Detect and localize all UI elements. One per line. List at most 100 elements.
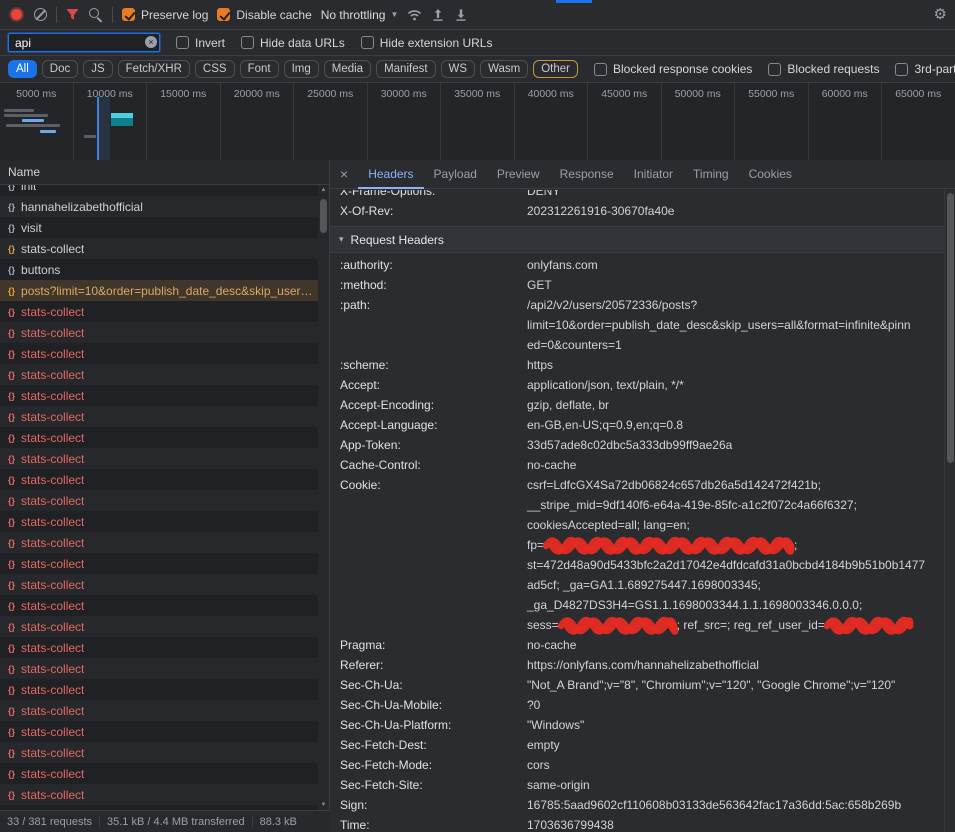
request-row[interactable]: {}stats-collect [0, 595, 318, 616]
overview-strip[interactable]: 5000 ms10000 ms15000 ms20000 ms25000 ms3… [0, 83, 955, 161]
export-har-icon[interactable] [454, 8, 468, 22]
disable-cache-checkbox[interactable]: Disable cache [217, 8, 311, 22]
request-row[interactable]: {}stats-collect [0, 574, 318, 595]
filter-chip-doc[interactable]: Doc [42, 60, 78, 78]
hide-extension-urls-checkbox[interactable]: Hide extension URLs [361, 36, 493, 50]
request-row[interactable]: {}stats-collect [0, 553, 318, 574]
request-row[interactable]: {}stats-collect [0, 700, 318, 721]
scroll-down-icon[interactable]: ▼ [318, 802, 329, 808]
request-row[interactable]: {}stats-collect [0, 427, 318, 448]
filter-chip-manifest[interactable]: Manifest [376, 60, 435, 78]
filter-chip-js[interactable]: JS [83, 60, 112, 78]
header-value: ?0 [527, 695, 944, 715]
request-row[interactable]: {}stats-collect [0, 679, 318, 700]
filter-chip-ws[interactable]: WS [441, 60, 476, 78]
request-name: stats-collect [21, 578, 84, 592]
close-icon[interactable]: × [340, 167, 348, 181]
preserve-log-checkbox[interactable]: Preserve log [122, 8, 208, 22]
filter-chip-other[interactable]: Other [533, 60, 578, 78]
request-list: {}init{}hannahelizabethofficial{}visit{}… [0, 185, 318, 810]
filter-chip-font[interactable]: Font [240, 60, 279, 78]
tab-response[interactable]: Response [550, 160, 624, 189]
record-button[interactable] [11, 9, 22, 20]
header-row: Accept-Language:en-GB,en-US;q=0.9,en;q=0… [330, 415, 944, 435]
tab-headers[interactable]: Headers [358, 160, 423, 189]
filter-chip-all[interactable]: All [8, 60, 37, 78]
request-row[interactable]: {}stats-collect [0, 469, 318, 490]
filter-chip-media[interactable]: Media [324, 60, 371, 78]
request-row[interactable]: {}stats-collect [0, 658, 318, 679]
header-row: Sec-Ch-Ua-Mobile:?0 [330, 695, 944, 715]
request-row[interactable]: {}visit [0, 217, 318, 238]
filter-chip-fetch-xhr[interactable]: Fetch/XHR [118, 60, 190, 78]
top-blue-strip [556, 0, 592, 3]
hide-data-urls-checkbox[interactable]: Hide data URLs [241, 36, 345, 50]
redaction-scribble-svg [559, 619, 677, 633]
hide-data-urls-label: Hide data URLs [260, 36, 345, 50]
request-row[interactable]: {}stats-collect [0, 721, 318, 742]
request-row[interactable]: {}stats-collect [0, 301, 318, 322]
request-row[interactable]: {}stats-collect [0, 322, 318, 343]
search-icon[interactable] [88, 7, 103, 22]
request-row[interactable]: {}stats-collect [0, 616, 318, 637]
request-row[interactable]: {}stats-collect [0, 637, 318, 658]
filter-input[interactable] [8, 33, 160, 52]
scroll-up-icon[interactable]: ▲ [318, 187, 329, 193]
request-row[interactable]: {}init [0, 185, 318, 196]
detail-tab-bar: × HeadersPayloadPreviewResponseInitiator… [330, 160, 955, 189]
tab-cookies[interactable]: Cookies [739, 160, 802, 189]
settings-gear-icon[interactable]: ⚙ [934, 7, 947, 22]
import-har-icon[interactable] [431, 8, 445, 22]
request-row[interactable]: {}stats-collect [0, 763, 318, 784]
filter-chip-css[interactable]: CSS [195, 60, 235, 78]
throttling-dropdown[interactable]: No throttling ▼ [321, 8, 399, 22]
request-row[interactable]: {}stats-collect [0, 238, 318, 259]
tab-payload[interactable]: Payload [424, 160, 487, 189]
scrollbar-thumb[interactable] [947, 193, 954, 463]
request-row[interactable]: {}stats-collect [0, 406, 318, 427]
checkbox-unchecked-icon [594, 63, 607, 76]
request-headers-section[interactable]: ▾Request Headers [330, 227, 944, 253]
request-row[interactable]: {}buttons [0, 259, 318, 280]
blocked-requests-checkbox[interactable]: Blocked requests [768, 62, 879, 76]
invert-checkbox[interactable]: Invert [176, 36, 225, 50]
request-row[interactable]: {}stats-collect [0, 742, 318, 763]
scrollbar-thumb[interactable] [320, 199, 327, 233]
request-row[interactable]: {}stats-collect [0, 364, 318, 385]
request-row[interactable]: {}stats-collect [0, 385, 318, 406]
request-row[interactable]: {}stats-collect [0, 511, 318, 532]
third-party-requests-checkbox[interactable]: 3rd-party requests [895, 62, 955, 76]
request-row[interactable]: {}stats-collect [0, 532, 318, 553]
header-value: https [527, 355, 944, 375]
header-value-line: __stripe_mid=9df140f6-e64a-419e-85fc-a1c… [527, 495, 936, 515]
request-name: stats-collect [21, 683, 84, 697]
header-value: csrf=LdfcGX4Sa72db06824c657db26a5d142472… [527, 475, 944, 635]
clear-network-log-icon[interactable] [34, 8, 47, 21]
request-row[interactable]: {}posts?limit=10&order=publish_date_desc… [0, 280, 318, 301]
filter-chip-wasm[interactable]: Wasm [480, 60, 528, 78]
header-row: :authority:onlyfans.com [330, 255, 944, 275]
network-conditions-icon[interactable] [407, 9, 422, 21]
request-row[interactable]: {}stats-collect [0, 784, 318, 805]
header-row: Accept-Encoding:gzip, deflate, br [330, 395, 944, 415]
detail-scrollbar[interactable] [944, 190, 955, 832]
request-name: stats-collect [21, 662, 84, 676]
tab-preview[interactable]: Preview [487, 160, 550, 189]
request-row[interactable]: {}hannahelizabethofficial [0, 196, 318, 217]
waterfall-bar [4, 109, 34, 112]
clear-filter-icon[interactable]: × [145, 36, 157, 48]
tab-timing[interactable]: Timing [683, 160, 739, 189]
redaction-scribble [559, 619, 677, 633]
request-row[interactable]: {}stats-collect [0, 490, 318, 511]
blocked-response-cookies-checkbox[interactable]: Blocked response cookies [594, 62, 752, 76]
filter-chip-img[interactable]: Img [284, 60, 319, 78]
request-list-scrollbar[interactable]: ▲ ▼ [318, 185, 329, 810]
tab-initiator[interactable]: Initiator [624, 160, 683, 189]
request-name: stats-collect [21, 620, 84, 634]
header-name: Sec-Ch-Ua-Platform: [330, 715, 527, 735]
filter-icon[interactable] [66, 8, 79, 21]
checkbox-unchecked-icon [176, 36, 189, 49]
request-row[interactable]: {}stats-collect [0, 448, 318, 469]
request-row[interactable]: {}stats-collect [0, 343, 318, 364]
name-column-header[interactable]: Name [0, 160, 329, 185]
